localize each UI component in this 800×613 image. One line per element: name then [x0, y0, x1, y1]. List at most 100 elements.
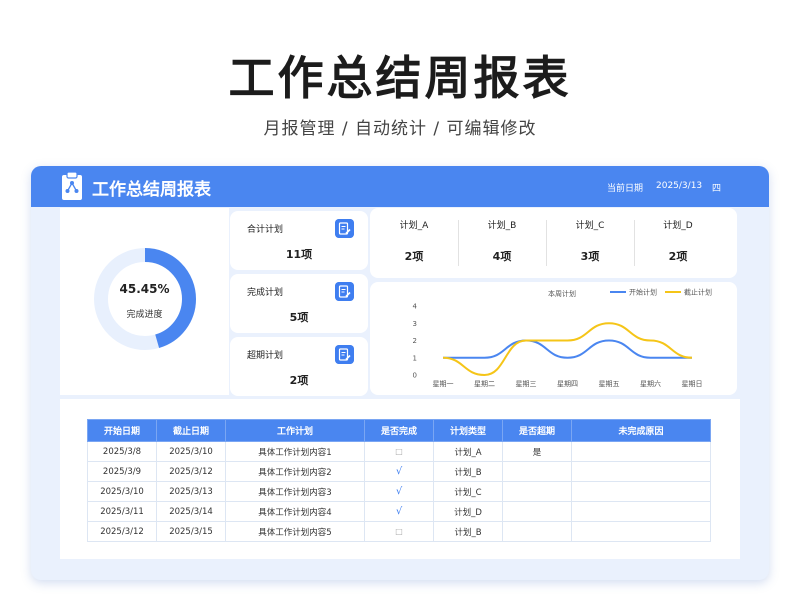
plan-type-cell[interactable]: 计划_D: [433, 501, 503, 522]
plan-name: 计划_D: [663, 221, 693, 231]
reason-cell[interactable]: [571, 441, 711, 462]
reason-cell[interactable]: [571, 481, 711, 502]
y-tick-label: 2: [413, 337, 417, 345]
header-bar: 工作总结周报表 当前日期 2025/3/13 四: [31, 166, 769, 207]
app-title: 工作总结周报表: [92, 180, 211, 200]
start-date-cell[interactable]: 2025/3/8: [87, 441, 157, 462]
series-lines: [442, 322, 693, 377]
x-tick-label: 星期二: [474, 380, 495, 388]
end-date-cell[interactable]: 2025/3/10: [156, 441, 226, 462]
plan-content-cell[interactable]: 具体工作计划内容5: [225, 521, 365, 542]
completed-checkbox[interactable]: √: [364, 501, 434, 522]
table-row: 2025/3/10 2025/3/13 具体工作计划内容3 √ 计划_C: [87, 481, 711, 502]
stat-title: 合计计划: [247, 225, 284, 235]
plan-type-cell[interactable]: 计划_C: [433, 481, 503, 502]
x-tick-label: 星期五: [599, 380, 620, 388]
start-date-cell[interactable]: 2025/3/10: [87, 481, 157, 502]
x-tick-label: 星期六: [640, 379, 661, 388]
table-row: 2025/3/12 2025/3/15 具体工作计划内容5 □ 计划_B: [87, 521, 711, 542]
end-date-cell[interactable]: 2025/3/14: [156, 501, 226, 522]
stat-card-total: 合计计划 11项: [230, 211, 368, 270]
plan-content-cell[interactable]: 具体工作计划内容1: [225, 441, 365, 462]
progress-value: 45.45%: [119, 282, 170, 296]
completed-checkbox[interactable]: □: [364, 441, 434, 462]
y-tick-label: 0: [413, 372, 417, 380]
reason-cell[interactable]: [571, 521, 711, 542]
plan-summary-d: 计划_D 2项: [634, 208, 722, 278]
plan-summary-c: 计划_C 3项: [546, 208, 634, 278]
plan-type-cell[interactable]: 计划_B: [433, 461, 503, 482]
column-header[interactable]: 开始日期: [87, 419, 157, 442]
plan-name: 计划_B: [487, 221, 517, 231]
completed-checkbox[interactable]: √: [364, 461, 434, 482]
column-header[interactable]: 计划类型: [433, 419, 503, 442]
column-header[interactable]: 截止日期: [156, 419, 226, 442]
overdue-cell[interactable]: 是: [502, 441, 572, 462]
reason-cell[interactable]: [571, 461, 711, 482]
progress-ring: [94, 248, 196, 350]
progress-label: 完成进度: [126, 310, 163, 320]
plan-table: 开始日期 截止日期 工作计划 是否完成 计划类型 是否超期 未完成原因 2025…: [87, 419, 711, 542]
completed-checkbox[interactable]: √: [364, 481, 434, 502]
plan-content-cell[interactable]: 具体工作计划内容3: [225, 481, 365, 502]
plan-value: 2项: [668, 250, 688, 263]
table-row: 2025/3/11 2025/3/14 具体工作计划内容4 √ 计划_D: [87, 501, 711, 522]
plan-summary-a: 计划_A 2项: [370, 208, 458, 278]
start-date-cell[interactable]: 2025/3/9: [87, 461, 157, 482]
legend-label: 开始计划: [629, 288, 657, 297]
plan-content-cell[interactable]: 具体工作计划内容2: [225, 461, 365, 482]
completed-checkbox[interactable]: □: [364, 521, 434, 542]
stat-value: 11项: [285, 248, 313, 261]
y-tick-label: 1: [413, 354, 417, 362]
chart-title: 本周计划: [548, 289, 576, 298]
hero-title: 工作总结周报表: [228, 51, 572, 105]
x-tick-label: 星期四: [557, 380, 578, 388]
overdue-cell[interactable]: [502, 501, 572, 522]
column-header[interactable]: 未完成原因: [571, 419, 711, 442]
y-tick-label: 4: [413, 303, 418, 311]
current-date: 2025/3/13: [656, 181, 703, 191]
report-window: 工作总结周报表 当前日期 2025/3/13 四 45.45% 完成进度 合计计…: [31, 166, 769, 580]
progress-card: 45.45% 完成进度: [60, 208, 229, 395]
column-header[interactable]: 是否超期: [502, 419, 572, 442]
column-header[interactable]: 是否完成: [364, 419, 434, 442]
y-tick-label: 3: [413, 320, 417, 328]
stat-card-overdue: 超期计划 2项: [230, 337, 368, 396]
edit-note-icon: [335, 345, 354, 364]
end-date-cell[interactable]: 2025/3/15: [156, 521, 226, 542]
stat-value: 5项: [289, 311, 309, 324]
series-line-1: [443, 339, 692, 359]
x-axis: 星期一 星期二 星期三 星期四 星期五 星期六 星期日: [433, 379, 703, 388]
x-tick-label: 星期一: [433, 380, 454, 388]
stat-card-completed: 完成计划 5项: [230, 274, 368, 333]
table-row: 2025/3/8 2025/3/10 具体工作计划内容1 □ 计划_A 是: [87, 441, 711, 462]
plan-summary-card: 计划_A 2项 计划_B 4项 计划_C 3项 计划_D 2项: [370, 208, 737, 278]
current-weekday: 四: [712, 184, 722, 194]
plan-content-cell[interactable]: 具体工作计划内容4: [225, 501, 365, 522]
column-header[interactable]: 工作计划: [225, 419, 365, 442]
plan-type-cell[interactable]: 计划_A: [433, 441, 503, 462]
start-date-cell[interactable]: 2025/3/11: [87, 501, 157, 522]
stat-title: 超期计划: [247, 351, 284, 361]
legend-label: 截止计划: [684, 288, 712, 297]
plan-type-cell[interactable]: 计划_B: [433, 521, 503, 542]
plan-value: 4项: [492, 250, 512, 263]
overdue-cell[interactable]: [502, 521, 572, 542]
clipboard-share-icon: [62, 171, 82, 200]
x-tick-label: 星期三: [516, 380, 537, 388]
overdue-cell[interactable]: [502, 481, 572, 502]
x-tick-label: 星期日: [682, 380, 703, 388]
chart-legend: 开始计划 截止计划: [610, 288, 712, 297]
weekly-plan-chart: 本周计划 开始计划 截止计划 01234 星期一 星期二 星期三 星期四 星期五 星期六 星期…: [413, 288, 712, 389]
end-date-cell[interactable]: 2025/3/13: [156, 481, 226, 502]
weekly-plan-chart-card: 本周计划 开始计划 截止计划 01234 星期一 星期二 星期三 星期四 星期五 星期六 星期…: [370, 282, 737, 395]
overdue-cell[interactable]: [502, 461, 572, 482]
start-date-cell[interactable]: 2025/3/12: [87, 521, 157, 542]
current-date-label: 当前日期: [607, 184, 644, 194]
reason-cell[interactable]: [571, 501, 711, 522]
end-date-cell[interactable]: 2025/3/12: [156, 461, 226, 482]
table-row: 2025/3/9 2025/3/12 具体工作计划内容2 √ 计划_B: [87, 461, 711, 482]
plan-name: 计划_C: [575, 221, 605, 231]
plan-table-card: 开始日期 截止日期 工作计划 是否完成 计划类型 是否超期 未完成原因 2025…: [60, 399, 740, 559]
y-axis: 0 1 2 3 4: [413, 303, 418, 380]
